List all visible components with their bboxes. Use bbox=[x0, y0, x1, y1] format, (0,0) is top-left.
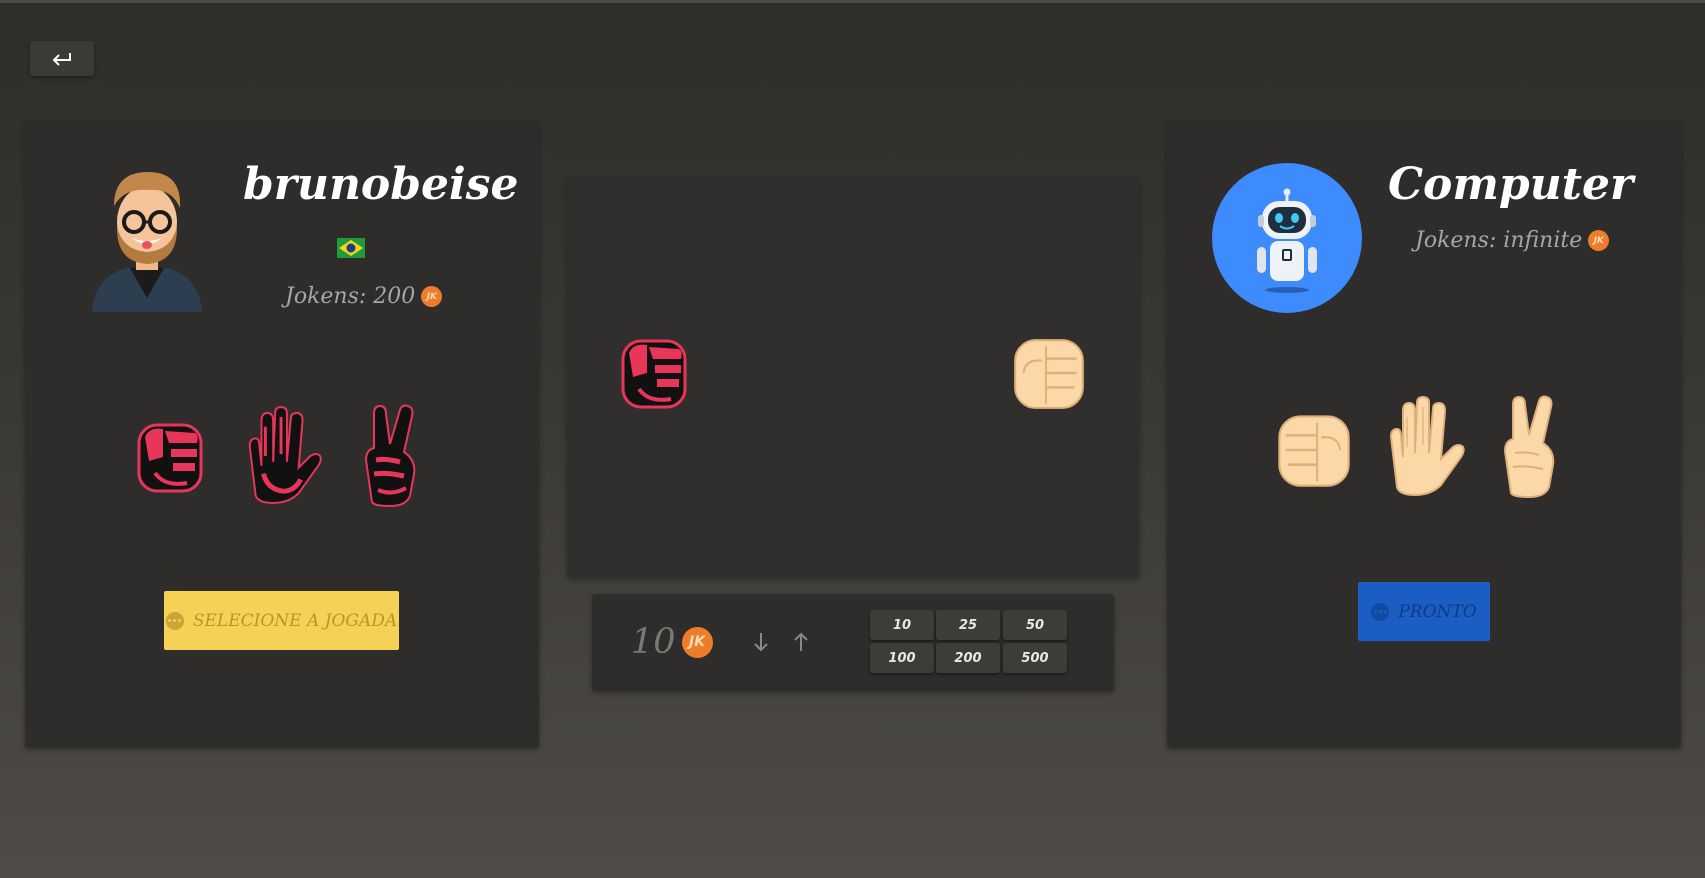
robot-avatar bbox=[1212, 163, 1362, 313]
ready-label: PRONTO bbox=[1398, 601, 1477, 622]
bet-chip-200[interactable]: 200 bbox=[936, 643, 1000, 673]
decrease-bet-arrow-icon[interactable] bbox=[751, 630, 771, 654]
back-button[interactable] bbox=[30, 41, 94, 76]
player-name: brunobeise bbox=[243, 159, 519, 210]
player-avatar bbox=[92, 172, 202, 312]
joken-coin-icon: JK bbox=[681, 626, 713, 658]
top-border bbox=[0, 0, 1705, 3]
joken-coin-icon: JK bbox=[1588, 230, 1610, 251]
computer-paper-option bbox=[1390, 396, 1465, 496]
bet-chip-100[interactable]: 100 bbox=[870, 643, 934, 673]
return-arrow-icon bbox=[52, 52, 71, 66]
ellipsis-icon bbox=[165, 611, 184, 630]
brazil-flag-icon bbox=[337, 238, 365, 258]
bet-chip-500[interactable]: 500 bbox=[1003, 643, 1067, 673]
bet-chip-25[interactable]: 25 bbox=[936, 610, 1000, 640]
player-jokens-label: Jokens: 200 bbox=[285, 284, 416, 309]
player-paper-option[interactable] bbox=[238, 404, 326, 508]
player-scissors-option[interactable] bbox=[357, 404, 425, 508]
joken-coin-icon: JK bbox=[421, 286, 443, 307]
computer-name: Computer bbox=[1388, 159, 1634, 210]
bet-amount-value: 10 bbox=[631, 622, 676, 662]
select-move-button[interactable]: SELECIONE A JOGADA bbox=[164, 591, 399, 650]
ellipsis-icon bbox=[1371, 602, 1390, 621]
ready-button[interactable]: PRONTO bbox=[1358, 582, 1490, 641]
computer-jokens-label: Jokens: infinite bbox=[1415, 228, 1583, 253]
computer-scissors-option bbox=[1504, 395, 1555, 498]
bet-amount: 10 JK bbox=[631, 622, 713, 662]
player-rock-option[interactable] bbox=[132, 417, 212, 497]
bet-chip-50[interactable]: 50 bbox=[1003, 610, 1067, 640]
player-jokens: Jokens: 200 JK bbox=[285, 284, 443, 309]
select-move-label: SELECIONE A JOGADA bbox=[192, 610, 398, 631]
computer-rock-option bbox=[1278, 415, 1350, 488]
arena-player-hand bbox=[621, 339, 687, 409]
computer-jokens: Jokens: infinite JK bbox=[1415, 228, 1610, 253]
arena-computer-hand bbox=[1013, 338, 1085, 410]
increase-bet-arrow-icon[interactable] bbox=[791, 630, 811, 654]
bet-chip-10[interactable]: 10 bbox=[870, 610, 934, 640]
